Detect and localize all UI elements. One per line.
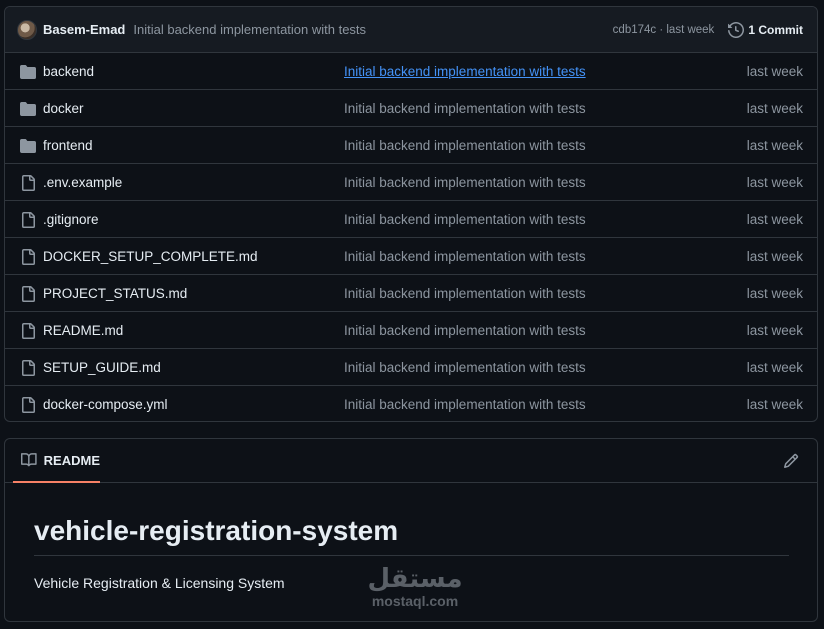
file-row[interactable]: docker-compose.yml Initial backend implem…	[5, 386, 817, 421]
readme-panel: README vehicle-registration-system Vehic…	[4, 438, 818, 622]
file-list: backend Initial backend implementation wi…	[5, 53, 817, 421]
file-icon	[22, 212, 35, 228]
file-browser: Basem-Emad Initial backend implementatio…	[4, 6, 818, 422]
commits-count-label: 1 Commit	[748, 22, 803, 37]
latest-commit-message[interactable]: Initial backend implementation with test…	[133, 22, 612, 37]
file-commit-message[interactable]: Initial backend implementation with test…	[344, 138, 586, 153]
readme-tab-bar: README	[5, 439, 817, 483]
file-name[interactable]: backend	[43, 64, 94, 79]
file-icon	[22, 175, 35, 191]
file-name[interactable]: .env.example	[43, 175, 122, 190]
tab-readme[interactable]: README	[13, 439, 100, 483]
file-commit-message[interactable]: Initial backend implementation with test…	[344, 286, 586, 301]
commits-history-link[interactable]: 1 Commit	[728, 21, 803, 38]
file-icon	[22, 249, 35, 265]
author-avatar[interactable]	[17, 19, 37, 40]
pencil-icon[interactable]	[783, 453, 799, 469]
file-name[interactable]: .gitignore	[43, 212, 99, 227]
commit-author[interactable]: Basem-Emad	[43, 22, 125, 37]
folder-icon	[20, 65, 36, 79]
file-row[interactable]: DOCKER_SETUP_COMPLETE.md Initial backend …	[5, 238, 817, 275]
file-row[interactable]: backend Initial backend implementation wi…	[5, 53, 817, 90]
file-commit-message[interactable]: Initial backend implementation with test…	[344, 64, 586, 79]
file-commit-date: last week	[746, 63, 803, 79]
file-row[interactable]: README.md Initial backend implementation …	[5, 312, 817, 349]
readme-heading: vehicle-registration-system	[34, 515, 789, 556]
watermark-arabic: مستقل	[367, 564, 463, 594]
file-commit-message[interactable]: Initial backend implementation with test…	[344, 397, 586, 412]
latest-commit-bar: Basem-Emad Initial backend implementatio…	[5, 7, 817, 53]
folder-icon	[20, 102, 36, 116]
file-name[interactable]: README.md	[43, 323, 123, 338]
book-icon	[21, 453, 37, 467]
file-name[interactable]: frontend	[43, 138, 93, 153]
watermark-latin: mostaql.com	[371, 593, 459, 609]
file-commit-date: last week	[746, 397, 803, 412]
file-commit-message[interactable]: Initial backend implementation with test…	[344, 212, 586, 227]
file-name[interactable]: docker-compose.yml	[43, 397, 168, 412]
file-commit-message[interactable]: Initial backend implementation with test…	[344, 323, 586, 338]
file-name[interactable]: docker	[43, 101, 84, 116]
file-row[interactable]: frontend Initial backend implementation w…	[5, 127, 817, 164]
tab-readme-label: README	[43, 452, 100, 468]
file-name[interactable]: PROJECT_STATUS.md	[43, 286, 187, 301]
file-commit-message[interactable]: Initial backend implementation with test…	[344, 175, 586, 190]
readme-description: Vehicle Registration & Licensing System	[34, 575, 285, 591]
file-commit-date: last week	[746, 100, 803, 116]
file-icon	[22, 323, 35, 339]
file-commit-date: last week	[746, 211, 803, 227]
file-commit-message[interactable]: Initial backend implementation with test…	[344, 360, 586, 375]
file-row[interactable]: .env.example Initial backend implementati…	[5, 164, 817, 201]
mostaql-watermark: مستقل mostaql.com	[355, 565, 475, 609]
folder-icon	[20, 139, 36, 153]
file-commit-message[interactable]: Initial backend implementation with test…	[344, 249, 586, 264]
history-icon	[728, 21, 745, 38]
file-commit-message[interactable]: Initial backend implementation with test…	[344, 101, 586, 116]
file-row[interactable]: docker Initial backend implementation wit…	[5, 90, 817, 127]
file-commit-date: last week	[746, 248, 803, 264]
file-icon	[22, 360, 35, 376]
file-row[interactable]: PROJECT_STATUS.md Initial backend impleme…	[5, 275, 817, 312]
file-commit-date: last week	[746, 174, 803, 190]
file-commit-date: last week	[746, 359, 803, 375]
file-icon	[22, 286, 35, 302]
commit-sha-time[interactable]: cdb174c · last week	[613, 24, 715, 36]
file-row[interactable]: .gitignore Initial backend implementation…	[5, 201, 817, 238]
file-commit-date: last week	[746, 285, 803, 301]
file-icon	[22, 397, 35, 413]
file-name[interactable]: DOCKER_SETUP_COMPLETE.md	[43, 249, 258, 264]
file-commit-date: last week	[746, 322, 803, 338]
file-commit-date: last week	[746, 137, 803, 153]
file-row[interactable]: SETUP_GUIDE.md Initial backend implementa…	[5, 349, 817, 386]
file-name[interactable]: SETUP_GUIDE.md	[43, 360, 161, 375]
